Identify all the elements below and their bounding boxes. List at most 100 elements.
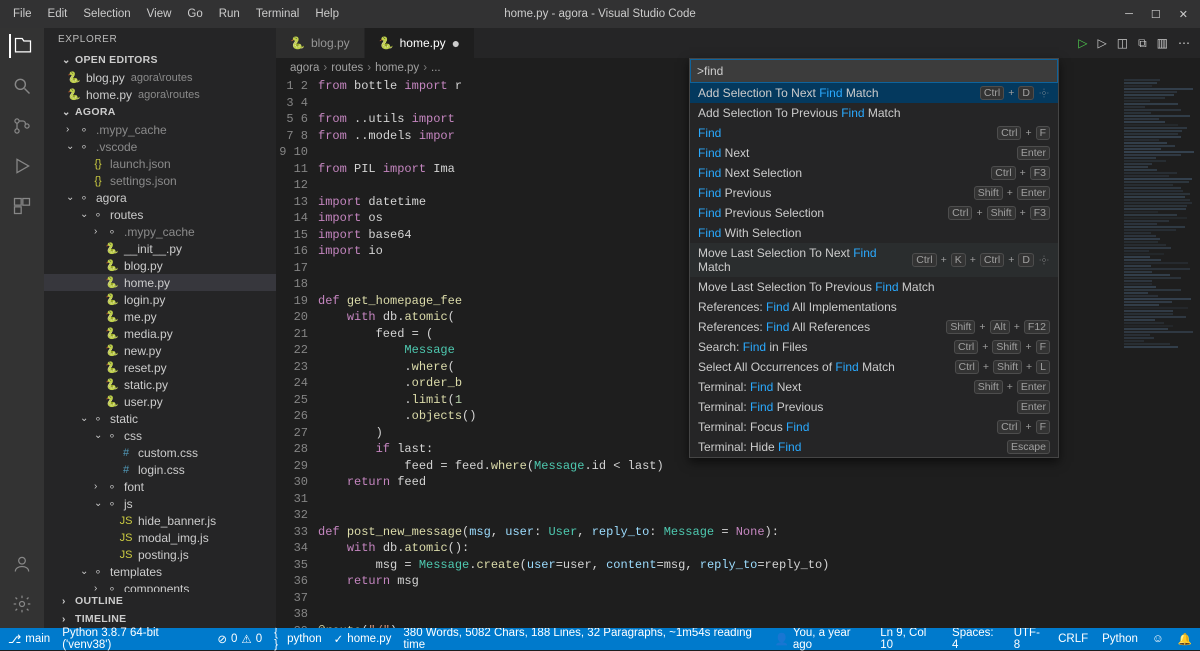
diff-icon[interactable]: ⧉ (1138, 36, 1147, 51)
command-item[interactable]: Move Last Selection To Previous Find Mat… (690, 277, 1058, 297)
menu-run[interactable]: Run (212, 4, 247, 24)
file-item[interactable]: 🐍__init__.py (44, 240, 276, 257)
file-item[interactable]: JSposting.js (44, 546, 276, 563)
minimap[interactable] (1120, 78, 1200, 628)
command-item[interactable]: Terminal: Focus FindCtrl + F (690, 417, 1058, 437)
menu-file[interactable]: File (6, 4, 39, 24)
command-item[interactable]: Terminal: Hide FindEscape (690, 437, 1058, 457)
command-item[interactable]: FindCtrl + F (690, 123, 1058, 143)
tab-blog.py[interactable]: 🐍blog.py (276, 28, 365, 58)
command-item[interactable]: Search: Find in FilesCtrl + Shift + F (690, 337, 1058, 357)
explorer-icon[interactable] (9, 34, 33, 58)
command-item[interactable]: Find PreviousShift + Enter (690, 183, 1058, 203)
file-item[interactable]: #login.css (44, 461, 276, 478)
menu-edit[interactable]: Edit (41, 4, 75, 24)
account-icon[interactable] (10, 552, 34, 576)
split-icon[interactable]: ◫ (1117, 36, 1128, 50)
file-item[interactable]: {}settings.json (44, 172, 276, 189)
status-encoding[interactable]: UTF-8 (1014, 627, 1044, 651)
menu-view[interactable]: View (140, 4, 179, 24)
window-title: home.py - agora - Visual Studio Code (504, 8, 696, 20)
folder-item[interactable]: ›∘.mypy_cache (44, 121, 276, 138)
file-item[interactable]: 🐍home.py (44, 274, 276, 291)
section-open-editors[interactable]: ⌄OPEN EDITORS (44, 51, 276, 69)
status-problems[interactable]: ⊘ 0 ⚠ 0 (217, 632, 262, 646)
file-item[interactable]: 🐍login.py (44, 291, 276, 308)
folder-item[interactable]: ⌄∘.vscode (44, 138, 276, 155)
menu-help[interactable]: Help (308, 4, 346, 24)
folder-item[interactable]: ›∘components (44, 580, 276, 592)
file-item[interactable]: 🐍blog.py (44, 257, 276, 274)
status-branch[interactable]: ⎇ main (8, 632, 50, 646)
folder-item[interactable]: ⌄∘routes (44, 206, 276, 223)
section-timeline[interactable]: ›TIMELINE (44, 610, 276, 628)
extensions-icon[interactable] (10, 194, 34, 218)
editor-actions: ▷ ▷ ◫ ⧉ ▥ ⋯ (1068, 28, 1200, 58)
command-item[interactable]: References: Find All Implementations (690, 297, 1058, 317)
file-item[interactable]: {}launch.json (44, 155, 276, 172)
folder-item[interactable]: ⌄∘templates (44, 563, 276, 580)
file-item[interactable]: 🐍user.py (44, 393, 276, 410)
command-item[interactable]: References: Find All ReferencesShift + A… (690, 317, 1058, 337)
folder-item[interactable]: ⌄∘static (44, 410, 276, 427)
status-bell-icon[interactable]: 🔔 (1178, 632, 1192, 646)
close-icon[interactable]: ✕ (1179, 8, 1188, 21)
source-control-icon[interactable] (10, 114, 34, 138)
status-spaces[interactable]: Spaces: 4 (952, 627, 1000, 651)
status-feedback[interactable]: ☺ (1152, 633, 1164, 645)
run-icon[interactable]: ▷ (1078, 36, 1087, 50)
titlebar: FileEditSelectionViewGoRunTerminalHelp h… (0, 0, 1200, 28)
command-palette: Add Selection To Next Find MatchCtrl + D… (689, 58, 1059, 458)
menu-terminal[interactable]: Terminal (249, 4, 306, 24)
status-file[interactable]: ✓ home.py (334, 632, 392, 646)
settings-gear-icon[interactable] (10, 592, 34, 616)
menu-selection[interactable]: Selection (76, 4, 137, 24)
status-words[interactable]: 380 Words, 5082 Chars, 188 Lines, 32 Par… (403, 627, 762, 651)
run-debug-icon[interactable] (10, 154, 34, 178)
split-right-icon[interactable]: ▥ (1157, 36, 1168, 50)
command-item[interactable]: Find Previous SelectionCtrl + Shift + F3 (690, 203, 1058, 223)
file-item[interactable]: JSmodal_img.js (44, 529, 276, 546)
file-item[interactable]: 🐍new.py (44, 342, 276, 359)
command-item[interactable]: Find NextEnter (690, 143, 1058, 163)
status-lang[interactable]: { } python (274, 627, 322, 651)
status-position[interactable]: Ln 9, Col 10 (880, 627, 938, 651)
command-item[interactable]: Find With Selection (690, 223, 1058, 243)
window-controls: ─ ☐ ✕ (1125, 8, 1194, 21)
command-item[interactable]: Move Last Selection To Next Find MatchCt… (690, 243, 1058, 277)
open-editor-item[interactable]: 🐍home.pyagora\routes (44, 86, 276, 103)
command-item[interactable]: Add Selection To Previous Find Match (690, 103, 1058, 123)
file-item[interactable]: 🐍reset.py (44, 359, 276, 376)
folder-item[interactable]: ⌄∘js (44, 495, 276, 512)
status-mode[interactable]: Python (1102, 633, 1138, 645)
folder-item[interactable]: ⌄∘agora (44, 189, 276, 206)
command-item[interactable]: Terminal: Find PreviousEnter (690, 397, 1058, 417)
debug-icon[interactable]: ▷ (1098, 36, 1107, 50)
command-input[interactable] (690, 59, 1058, 83)
folder-item[interactable]: ⌄∘css (44, 427, 276, 444)
more-icon[interactable]: ⋯ (1178, 36, 1190, 50)
status-eol[interactable]: CRLF (1058, 633, 1088, 645)
command-item[interactable]: Find Next SelectionCtrl + F3 (690, 163, 1058, 183)
menu-go[interactable]: Go (180, 4, 209, 24)
folder-item[interactable]: ›∘font (44, 478, 276, 495)
command-item[interactable]: Terminal: Find NextShift + Enter (690, 377, 1058, 397)
file-item[interactable]: 🐍media.py (44, 325, 276, 342)
section-workspace[interactable]: ⌄AGORA (44, 103, 276, 121)
file-item[interactable]: #custom.css (44, 444, 276, 461)
minimize-icon[interactable]: ─ (1125, 8, 1133, 21)
status-blame[interactable]: 👤 You, a year ago (775, 627, 867, 651)
maximize-icon[interactable]: ☐ (1151, 8, 1161, 21)
line-numbers: 1 2 3 4 5 6 7 8 9 10 11 12 13 14 15 16 1… (276, 78, 318, 628)
command-item[interactable]: Select All Occurrences of Find MatchCtrl… (690, 357, 1058, 377)
file-item[interactable]: JShide_banner.js (44, 512, 276, 529)
tab-home.py[interactable]: 🐍home.py● (365, 28, 475, 58)
file-item[interactable]: 🐍static.py (44, 376, 276, 393)
search-icon[interactable] (10, 74, 34, 98)
open-editor-item[interactable]: 🐍blog.pyagora\routes (44, 69, 276, 86)
status-python[interactable]: Python 3.8.7 64-bit ('venv38') (62, 627, 205, 651)
command-item[interactable]: Add Selection To Next Find MatchCtrl + D (690, 83, 1058, 103)
section-outline[interactable]: ›OUTLINE (44, 592, 276, 610)
file-item[interactable]: 🐍me.py (44, 308, 276, 325)
folder-item[interactable]: ›∘.mypy_cache (44, 223, 276, 240)
